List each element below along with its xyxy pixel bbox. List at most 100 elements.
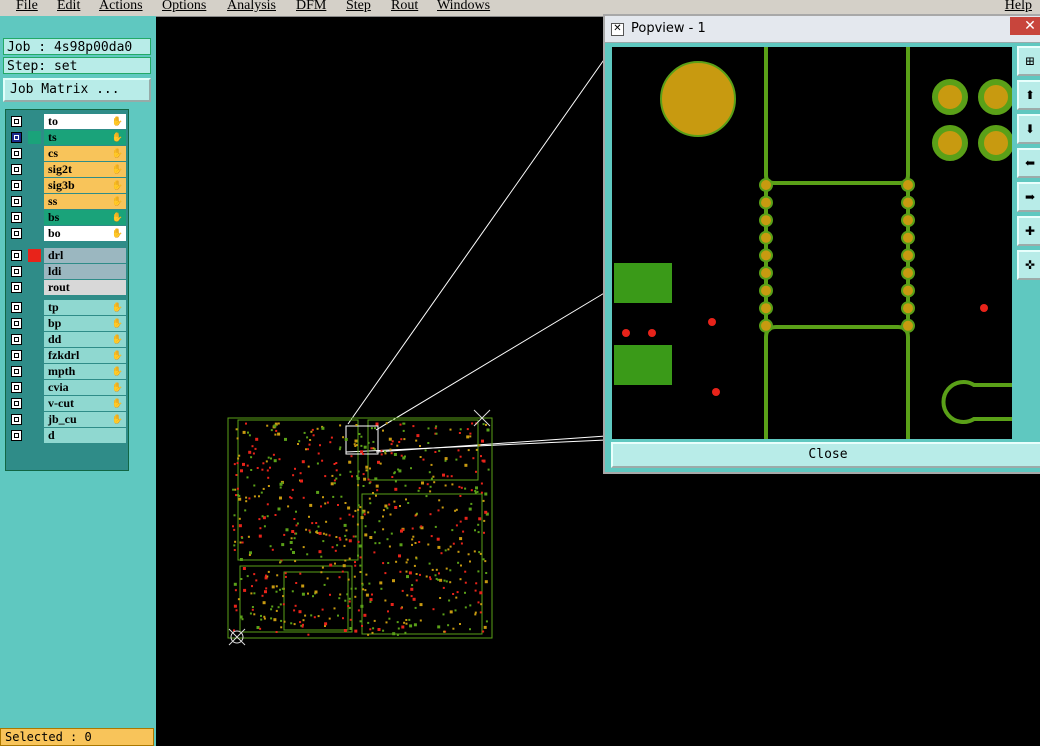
layer-name[interactable]: bs ✋ (44, 210, 126, 225)
layer-name[interactable]: ldi (44, 264, 126, 279)
close-button[interactable]: Close (611, 442, 1040, 468)
layer-checkbox[interactable] (11, 282, 22, 293)
layer-checkbox[interactable] (11, 196, 22, 207)
rect-pad (614, 263, 672, 303)
pan-down-icon[interactable]: ⬇ (1017, 114, 1040, 144)
layer-checkbox[interactable] (11, 164, 22, 175)
layer-name[interactable]: rout (44, 280, 126, 295)
layer-name[interactable]: fzkdrl ✋ (44, 348, 126, 363)
layer-checkbox[interactable] (11, 266, 22, 277)
layer-name[interactable]: to ✋ (44, 114, 126, 129)
layer-checkbox[interactable] (11, 148, 22, 159)
layer-row-mpth[interactable]: mpth ✋ (8, 364, 126, 379)
pan-right-icon[interactable]: ➡ (1017, 182, 1040, 212)
layer-row-cvia[interactable]: cvia ✋ (8, 380, 126, 395)
layer-row-ts[interactable]: ts ✋ (8, 130, 126, 145)
layer-checkbox[interactable] (11, 350, 22, 361)
layer-checkbox[interactable] (11, 382, 22, 393)
layer-row-d[interactable]: d (8, 428, 126, 443)
menu-rout[interactable]: Rout (391, 0, 418, 13)
layer-row-fzkdrl[interactable]: fzkdrl ✋ (8, 348, 126, 363)
menu-options[interactable]: Options (162, 0, 206, 13)
menu-dfm[interactable]: DFM (296, 0, 326, 13)
layer-checkbox[interactable] (11, 180, 22, 191)
layer-checkbox[interactable] (11, 212, 22, 223)
smd-pads (759, 178, 915, 333)
affected-hand-icon: ✋ (111, 414, 123, 424)
layer-row-drl[interactable]: drl (8, 248, 126, 263)
layer-checkbox[interactable] (11, 116, 22, 127)
layer-checkbox[interactable] (11, 334, 22, 345)
pan-left-icon[interactable]: ⬅ (1017, 148, 1040, 178)
layer-row-to[interactable]: to ✋ (8, 114, 126, 129)
layer-row-ss[interactable]: ss ✋ (8, 194, 126, 209)
layer-checkbox[interactable] (11, 318, 22, 329)
layer-name[interactable]: sig3b ✋ (44, 178, 126, 193)
layer-checkbox[interactable] (11, 132, 22, 143)
menu-windows[interactable]: Windows (437, 0, 490, 13)
layer-row-rout[interactable]: rout (8, 280, 126, 295)
menu-help[interactable]: Help (1005, 0, 1032, 13)
layer-checkbox[interactable] (11, 228, 22, 239)
layer-name[interactable]: sig2t ✋ (44, 162, 126, 177)
layer-checkbox[interactable] (11, 250, 22, 261)
layer-row-bo[interactable]: bo ✋ (8, 226, 126, 241)
popview-canvas[interactable] (611, 46, 1014, 440)
popview-toolbar: ⊞ ⬆ ⬇ ⬅ ➡ ✚ ✜ (1017, 46, 1040, 438)
layer-checkbox[interactable] (11, 366, 22, 377)
layer-row-sig3b[interactable]: sig3b ✋ (8, 178, 126, 193)
job-label: Job : 4s98p00da0 (3, 38, 151, 55)
menu-edit[interactable]: Edit (57, 0, 80, 13)
left-panel: Job : 4s98p00da0 Step: set Job Matrix ..… (0, 16, 156, 746)
layer-name[interactable]: mpth ✋ (44, 364, 126, 379)
zoom-in-icon[interactable]: ✚ (1017, 216, 1040, 246)
popview-drawing (614, 47, 1014, 439)
layer-row-dd[interactable]: dd ✋ (8, 332, 126, 347)
close-icon[interactable]: ✕ (1010, 17, 1040, 35)
layer-name[interactable]: tp ✋ (44, 300, 126, 315)
drill-holes (622, 304, 988, 396)
affected-hand-icon: ✋ (111, 116, 123, 126)
layer-row-ldi[interactable]: ldi (8, 264, 126, 279)
menu-analysis[interactable]: Analysis (227, 0, 276, 13)
layer-list-scrollbar[interactable] (129, 109, 153, 469)
layer-name[interactable]: cs ✋ (44, 146, 126, 161)
pan-up-icon[interactable]: ⬆ (1017, 80, 1040, 110)
layer-name[interactable]: jb_cu ✋ (44, 412, 126, 427)
affected-hand-icon: ✋ (111, 302, 123, 312)
affected-hand-icon: ✋ (111, 382, 123, 392)
layer-color-swatch (28, 131, 41, 144)
zoom-fit-icon[interactable]: ⊞ (1017, 46, 1040, 76)
layer-name[interactable]: ts ✋ (44, 130, 126, 145)
zoom-box (345, 425, 379, 455)
affected-hand-icon: ✋ (111, 148, 123, 158)
popview-title: Popview - 1 (631, 21, 706, 36)
layer-checkbox[interactable] (11, 398, 22, 409)
affected-hand-icon: ✋ (111, 212, 123, 222)
layer-name[interactable]: v-cut ✋ (44, 396, 126, 411)
layer-name[interactable]: bo ✋ (44, 226, 126, 241)
layer-row-tp[interactable]: tp ✋ (8, 300, 126, 315)
job-matrix-button[interactable]: Job Matrix ... (3, 78, 151, 102)
layer-name[interactable]: ss ✋ (44, 194, 126, 209)
layer-row-cs[interactable]: cs ✋ (8, 146, 126, 161)
zoom-out-icon[interactable]: ✜ (1017, 250, 1040, 280)
popview-titlebar[interactable]: ✕ Popview - 1 ✕ (605, 16, 1040, 43)
layer-row-sig2t[interactable]: sig2t ✋ (8, 162, 126, 177)
layer-name[interactable]: drl (44, 248, 126, 263)
layer-checkbox[interactable] (11, 302, 22, 313)
layer-name[interactable]: d (44, 428, 126, 443)
menu-actions[interactable]: Actions (99, 0, 143, 13)
layer-name[interactable]: cvia ✋ (44, 380, 126, 395)
layer-checkbox[interactable] (11, 430, 22, 441)
layer-checkbox[interactable] (11, 414, 22, 425)
layer-list: to ✋ ts ✋ cs ✋ sig2t ✋ sig3b ✋ ss ✋ bs ✋ bo ✋ drl ldi rou… (5, 109, 129, 471)
layer-row-v-cut[interactable]: v-cut ✋ (8, 396, 126, 411)
menu-step[interactable]: Step (346, 0, 371, 13)
menu-file[interactable]: File (16, 0, 38, 13)
layer-row-bs[interactable]: bs ✋ (8, 210, 126, 225)
layer-name[interactable]: dd ✋ (44, 332, 126, 347)
layer-row-jb_cu[interactable]: jb_cu ✋ (8, 412, 126, 427)
layer-name[interactable]: bp ✋ (44, 316, 126, 331)
layer-row-bp[interactable]: bp ✋ (8, 316, 126, 331)
